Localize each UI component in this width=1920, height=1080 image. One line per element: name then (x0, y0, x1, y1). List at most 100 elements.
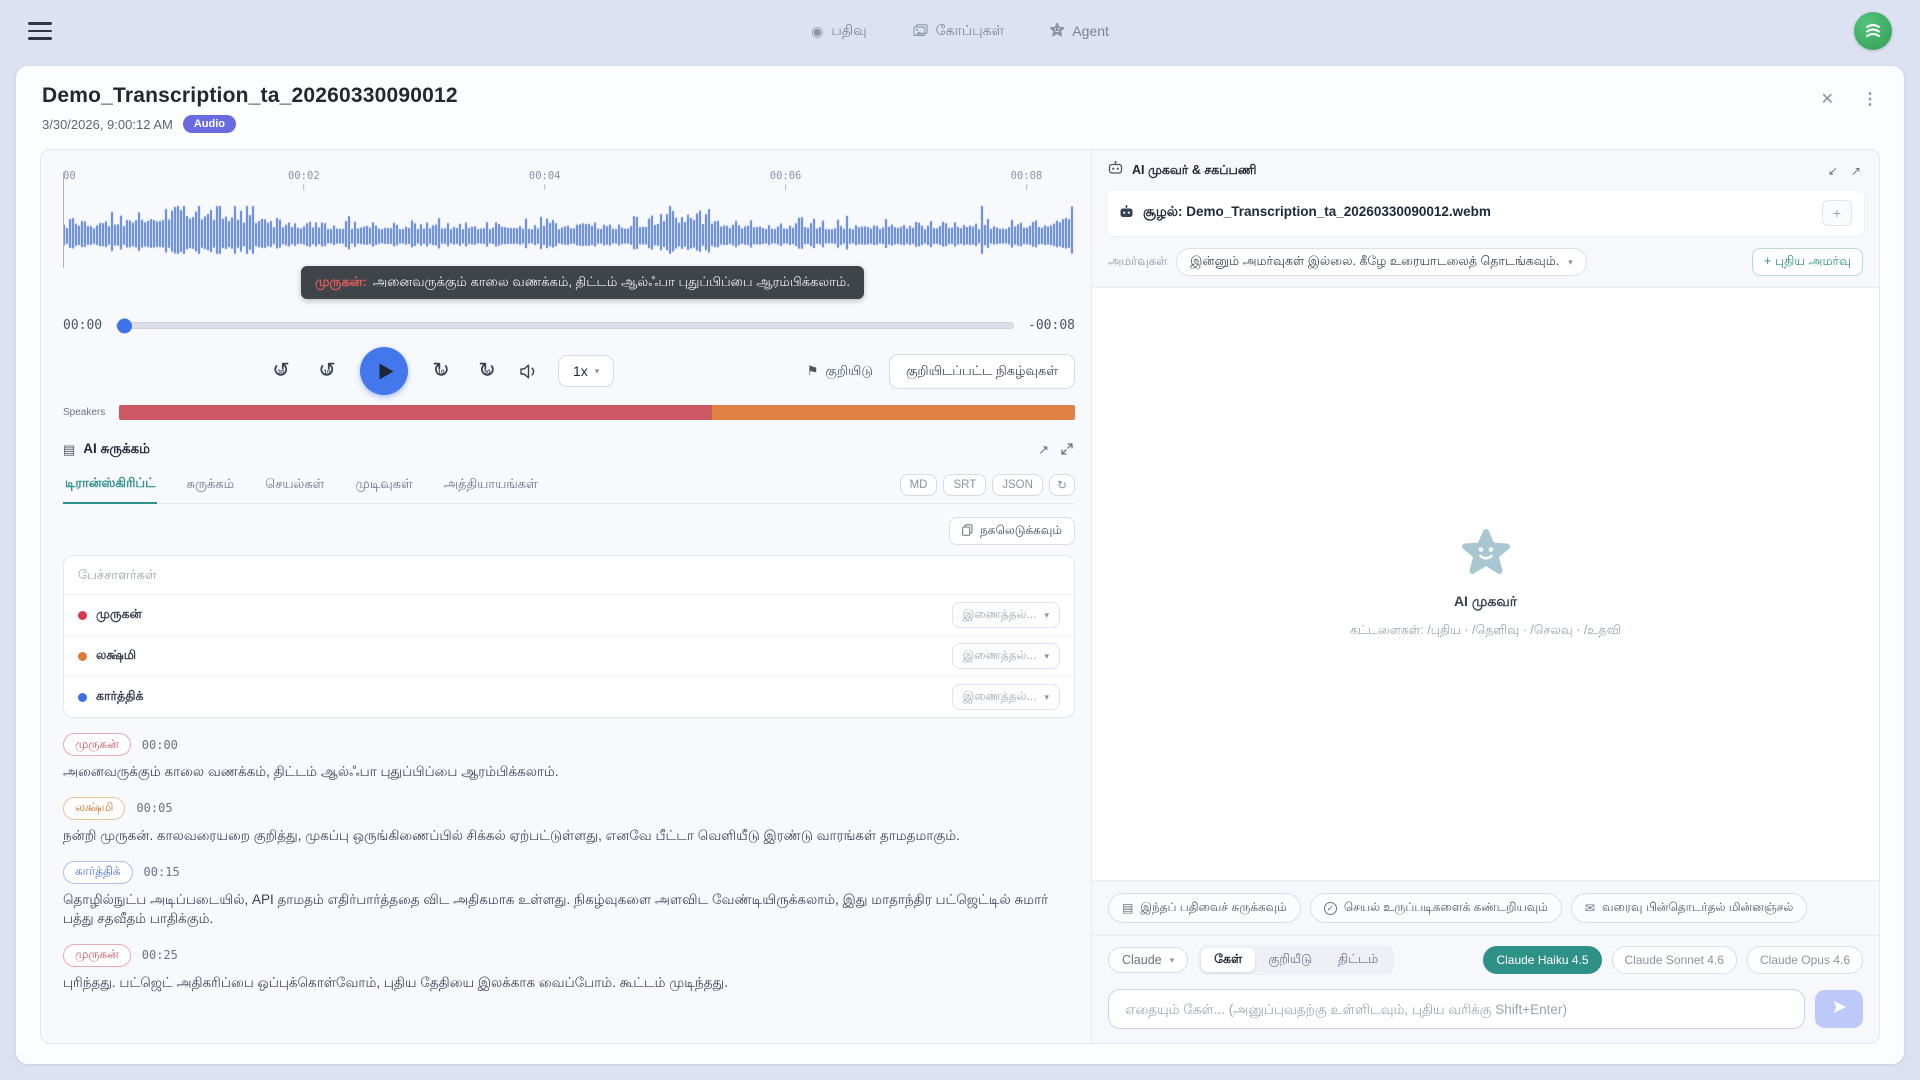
tab-summary[interactable]: சுருக்கம் (184, 467, 236, 503)
agent-empty-title: AI முகவர் (1454, 593, 1517, 612)
transcript-time: 00:05 (136, 801, 172, 815)
transcript-speaker-pill[interactable]: கார்த்திக் (63, 861, 133, 884)
nav-files[interactable]: கோப்புகள் (913, 22, 1005, 41)
tab-decisions[interactable]: முடிவுகள் (353, 467, 414, 503)
page-title: Demo_Transcription_ta_20260330090012 (42, 84, 458, 108)
ruler-tick: 00:04 (529, 170, 561, 190)
tab-chapters[interactable]: அத்தியாயங்கள் (442, 467, 540, 503)
app-logo[interactable] (1854, 12, 1892, 50)
model-opus[interactable]: Claude Opus 4.6 (1747, 946, 1863, 974)
play-button[interactable] (360, 347, 408, 395)
nav-record[interactable]: ◉ பதிவு (811, 22, 867, 41)
chevron-down-icon: ▾ (1044, 610, 1049, 621)
add-context-button[interactable]: + (1822, 200, 1852, 226)
seek-slider[interactable] (116, 322, 1014, 329)
recording-detail-card: Demo_Transcription_ta_20260330090012 3/3… (16, 66, 1904, 1064)
speaker-segment[interactable] (712, 405, 1075, 420)
speaker-link-dropdown[interactable]: இணைத்தல்...▾ (952, 684, 1060, 710)
kebab-menu-icon[interactable]: ⋮ (1862, 92, 1878, 108)
volume-icon[interactable] (520, 364, 538, 379)
speed-value: 1x (573, 363, 588, 379)
tab-actions[interactable]: செயல்கள் (263, 467, 326, 503)
transcript-speaker-pill[interactable]: முருகன் (63, 944, 131, 967)
copy-button[interactable]: நகலெடுக்கவும் (949, 517, 1075, 545)
export-md-button[interactable]: MD (900, 474, 938, 496)
files-icon (913, 24, 928, 39)
context-file: சூழல்: Demo_Transcription_ta_20260330090… (1143, 204, 1813, 222)
sessions-dropdown[interactable]: இன்னும் அமர்வுகள் இல்லை. கீழே உரையாடலைத்… (1176, 248, 1587, 276)
mode-ask[interactable]: கேள் (1201, 948, 1255, 972)
seek-thumb[interactable] (117, 318, 132, 333)
speakers-label: Speakers (63, 407, 109, 418)
expand-icon[interactable] (1059, 441, 1075, 460)
transcript-speaker-pill[interactable]: லக்ஷ்மி (63, 797, 125, 820)
speaker-segment[interactable] (119, 405, 712, 420)
speakers-search-input[interactable] (78, 567, 1060, 582)
check-circle-icon: ✓ (1324, 902, 1337, 915)
collapse-icon[interactable]: ↙ (1826, 162, 1840, 180)
ruler-tick: 00:02 (288, 170, 320, 190)
skip-forward-10-icon[interactable]: ↻10 (428, 358, 454, 384)
export-json-button[interactable]: JSON (992, 474, 1043, 496)
ruler-tick: 00 (63, 170, 76, 182)
remaining-time: -00:08 (1028, 318, 1075, 333)
copy-icon (962, 524, 973, 539)
sessions-row: அமர்வுகள் இன்னும் அமர்வுகள் இல்லை. கீழே … (1092, 246, 1879, 287)
transcript-entry: முருகன் 00:00 அனைவருக்கும் காலை வணக்கம்,… (63, 733, 1075, 782)
send-button[interactable] (1815, 990, 1863, 1028)
export-srt-button[interactable]: SRT (943, 474, 986, 496)
speaker-row: முருகன் இணைத்தல்...▾ (64, 595, 1074, 635)
playhead (63, 172, 64, 268)
robot-icon (1108, 161, 1123, 180)
menu-icon[interactable] (28, 18, 52, 44)
robot-icon (1119, 205, 1134, 222)
quick-action-summarize[interactable]: ▤ இந்தப் பதிவைச் சுருக்கவும் (1108, 893, 1301, 923)
summary-tabs: டிரான்ஸ்கிரிப்ட் சுருக்கம் செயல்கள் முடி… (63, 466, 1075, 504)
top-navigation: ◉ பதிவு கோப்புகள் Agent (811, 22, 1109, 41)
speakers-bar[interactable] (119, 405, 1075, 420)
new-session-button[interactable]: + புதிய அமர்வு (1752, 248, 1863, 276)
popout-icon[interactable]: ↗ (1849, 162, 1863, 180)
marked-events-button[interactable]: குறியிடப்பட்ட நிகழ்வுகள் (889, 354, 1075, 389)
mark-button[interactable]: ⚑ குறியிடு (807, 363, 873, 380)
skip-forward-30-icon[interactable]: ↻30 (474, 358, 500, 384)
current-time: 00:00 (63, 318, 102, 333)
nav-agent[interactable]: Agent (1050, 23, 1109, 39)
tab-transcript[interactable]: டிரான்ஸ்கிரிப்ட் (63, 466, 157, 504)
skip-back-30-icon[interactable]: ↺30 (268, 358, 294, 384)
model-haiku[interactable]: Claude Haiku 4.5 (1483, 946, 1601, 974)
close-icon[interactable]: ✕ (1821, 92, 1834, 108)
model-row: Claude▾ கேள் குறியீடு திட்டம் Claude Hai… (1092, 936, 1879, 979)
speaker-color-dot (78, 693, 87, 702)
quick-action-find-items[interactable]: ✓ செயல் உருப்படிகளைக் கண்டறியவும் (1310, 893, 1562, 923)
transcript-time: 00:15 (144, 865, 180, 879)
chat-input-row (1092, 979, 1879, 1043)
open-external-icon[interactable]: ↗ (1036, 440, 1051, 460)
mode-plan[interactable]: திட்டம் (1325, 948, 1391, 972)
refresh-icon[interactable]: ↻ (1049, 474, 1075, 496)
sessions-label: அமர்வுகள் (1108, 254, 1167, 270)
chat-input[interactable] (1108, 989, 1805, 1029)
speaker-link-dropdown[interactable]: இணைத்தல்...▾ (952, 602, 1060, 628)
chevron-down-icon: ▾ (1044, 651, 1049, 662)
speaker-link-dropdown[interactable]: இணைத்தல்...▾ (952, 643, 1060, 669)
chevron-down-icon: ▾ (1170, 955, 1175, 966)
transcript-time: 00:00 (142, 738, 178, 752)
speed-selector[interactable]: 1x▾ (558, 355, 614, 387)
agent-panel: AI முகவர் & சகப்பணி ↙ ↗ சூழல்: Demo_Tran… (1091, 150, 1879, 1043)
transcript-speaker-pill[interactable]: முருகன் (63, 733, 131, 756)
transcript-text: அனைவருக்கும் காலை வணக்கம், திட்டம் ஆல்ஃப… (63, 763, 1075, 782)
provider-dropdown[interactable]: Claude▾ (1108, 947, 1188, 973)
transcript-text: நன்றி முருகன். காலவரையறை குறித்து, முகப்… (63, 827, 1075, 846)
content-area: 00 00:02 00:04 00:06 00:08 முருகன்:அனைவர… (40, 149, 1880, 1044)
chevron-down-icon: ▾ (1568, 257, 1573, 268)
speaker-name: முருகன் (96, 607, 943, 623)
speaker-color-dot (78, 652, 87, 661)
waveform[interactable] (63, 192, 1075, 267)
mode-code[interactable]: குறியீடு (1255, 948, 1325, 972)
quick-action-draft-email[interactable]: ✉ வரைவு பின்தொடர்தல் மின்னஞ்சல் (1571, 893, 1807, 923)
skip-back-10-icon[interactable]: ↺10 (314, 358, 340, 384)
ruler-tick: 00:08 (1011, 170, 1043, 190)
summary-title: AI சுருக்கம் (83, 441, 150, 459)
model-sonnet[interactable]: Claude Sonnet 4.6 (1612, 946, 1737, 974)
